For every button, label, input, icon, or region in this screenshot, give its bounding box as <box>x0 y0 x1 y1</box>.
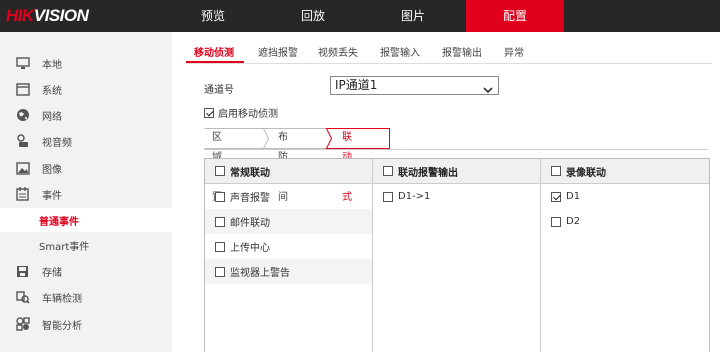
list-item-label: D1 <box>566 191 581 202</box>
list-item: 邮件联动 <box>205 209 372 234</box>
sidebar: 本地 系统 网络 视音频 图像 事件 普通事件 Smart事件 存储 车辆检测 … <box>0 32 172 352</box>
list-item-label: 上传中心 <box>230 243 270 254</box>
alarm-output-column: 联动报警输出 D1->1 <box>373 159 540 352</box>
sidebar-item-video-audio[interactable]: 视音频 <box>0 129 172 153</box>
sidebar-item-local[interactable]: 本地 <box>0 51 172 75</box>
sidebar-item-image[interactable]: 图像 <box>0 156 172 180</box>
alarm-output-header-label: 联动报警输出 <box>398 167 458 179</box>
tab-alarm-input[interactable]: 报警输入 <box>380 44 420 59</box>
list-item: 上传中心 <box>205 234 372 259</box>
top-bar: HIKVISION 预览 回放 图片 配置 <box>0 0 720 32</box>
tab-exception[interactable]: 异常 <box>504 44 524 59</box>
tabs-divider <box>186 63 712 64</box>
sidebar-item-label: 系统 <box>42 85 62 97</box>
sidebar-item-label: 视音频 <box>42 137 72 149</box>
calendar-icon <box>15 187 30 201</box>
normal-linkage-header-label: 常规联动 <box>230 167 270 179</box>
subtab-arming-schedule[interactable]: 布防时间 <box>278 128 288 203</box>
enable-motion-detection-label: 启用移动侦测 <box>218 109 278 120</box>
hikvision-logo: HIKVISION <box>6 6 89 26</box>
list-item: D1 <box>541 184 709 209</box>
sub-tabs-outline <box>204 128 390 149</box>
normal-linkage-header: 常规联动 <box>205 159 372 184</box>
enable-motion-detection-checkbox[interactable] <box>204 107 214 118</box>
tab-video-loss[interactable]: 视频丢失 <box>318 44 358 59</box>
sidebar-item-label: 图像 <box>42 164 62 176</box>
sidebar-item-smart-event[interactable]: Smart事件 <box>0 233 172 257</box>
disk-icon <box>15 264 30 278</box>
list-item-label: D2 <box>566 216 581 227</box>
channel-select-value: IP通道1 <box>335 78 378 92</box>
record-linkage-header-label: 录像联动 <box>566 167 606 179</box>
sidebar-item-system[interactable]: 系统 <box>0 77 172 101</box>
vehicle-search-icon <box>15 290 30 304</box>
tab-motion-detection[interactable]: 移动侦测 <box>194 44 234 59</box>
normal-linkage-select-all-checkbox[interactable] <box>215 166 225 176</box>
record-d1-checkbox[interactable] <box>551 191 561 202</box>
nav-playback[interactable]: 回放 <box>264 0 362 32</box>
alarm-output-header: 联动报警输出 <box>373 159 540 184</box>
record-linkage-select-all-checkbox[interactable] <box>551 166 561 176</box>
analysis-icon <box>15 317 30 331</box>
linkage-table: 常规联动 声音报警 邮件联动 上传中心 监视器上警告 联动报警输出 D1->1 <box>204 158 710 352</box>
sidebar-item-vehicle-detection[interactable]: 车辆检测 <box>0 285 172 309</box>
sidebar-item-label: 网络 <box>42 111 62 123</box>
enable-motion-detection: 启用移动侦测 <box>204 105 278 120</box>
subtab-linkage-method[interactable]: 联动方式 <box>342 128 352 203</box>
list-item-label: 邮件联动 <box>230 218 270 229</box>
sidebar-item-network[interactable]: 网络 <box>0 103 172 127</box>
tab-alarm-output[interactable]: 报警输出 <box>442 44 482 59</box>
list-item: D1->1 <box>373 184 540 209</box>
tab-tamper-alarm[interactable]: 遮挡报警 <box>258 44 298 59</box>
sidebar-item-smart-analysis[interactable]: 智能分析 <box>0 312 172 336</box>
normal-linkage-column: 常规联动 声音报警 邮件联动 上传中心 监视器上警告 <box>205 159 372 352</box>
list-item: D2 <box>541 209 709 234</box>
sidebar-item-storage[interactable]: 存储 <box>0 259 172 283</box>
list-item: 监视器上警告 <box>205 259 372 284</box>
sidebar-item-event[interactable]: 事件 <box>0 182 172 206</box>
monitor-icon <box>15 56 30 70</box>
alarm-output-d1-1-checkbox[interactable] <box>383 191 393 202</box>
record-linkage-column: 录像联动 D1 D2 <box>541 159 709 352</box>
audible-warning-checkbox[interactable] <box>215 191 225 202</box>
sub-tabs-divider <box>204 149 708 150</box>
channel-label: 通道号 <box>204 85 234 96</box>
list-item-label: 监视器上警告 <box>230 268 290 279</box>
subtab-area-settings[interactable]: 区域设置 <box>212 128 222 203</box>
sidebar-item-label: 智能分析 <box>42 320 82 332</box>
chevron-down-icon <box>483 82 493 99</box>
nav-picture[interactable]: 图片 <box>364 0 462 32</box>
globe-icon <box>15 108 30 122</box>
alarm-output-select-all-checkbox[interactable] <box>383 166 393 176</box>
list-item: 声音报警 <box>205 184 372 209</box>
nav-preview[interactable]: 预览 <box>164 0 262 32</box>
upload-center-checkbox[interactable] <box>215 241 225 252</box>
sidebar-item-label: 本地 <box>42 59 62 71</box>
email-linkage-checkbox[interactable] <box>215 216 225 227</box>
sidebar-item-label: 存储 <box>42 267 62 279</box>
monitor-warning-checkbox[interactable] <box>215 266 225 277</box>
record-d2-checkbox[interactable] <box>551 216 561 227</box>
sidebar-item-label: 车辆检测 <box>42 293 82 305</box>
mic-icon <box>15 134 30 148</box>
image-icon <box>15 161 30 175</box>
logo-text-hik: HIK <box>6 6 34 25</box>
system-icon <box>15 82 30 96</box>
list-item-label: 声音报警 <box>230 193 270 204</box>
nav-configuration[interactable]: 配置 <box>466 0 564 32</box>
list-item-label: D1->1 <box>398 191 431 202</box>
sidebar-item-normal-event[interactable]: 普通事件 <box>0 208 172 232</box>
logo-text-vision: VISION <box>33 6 89 25</box>
sidebar-item-label: 事件 <box>42 190 62 202</box>
record-linkage-header: 录像联动 <box>541 159 709 184</box>
channel-select[interactable]: IP通道1 <box>330 76 499 95</box>
